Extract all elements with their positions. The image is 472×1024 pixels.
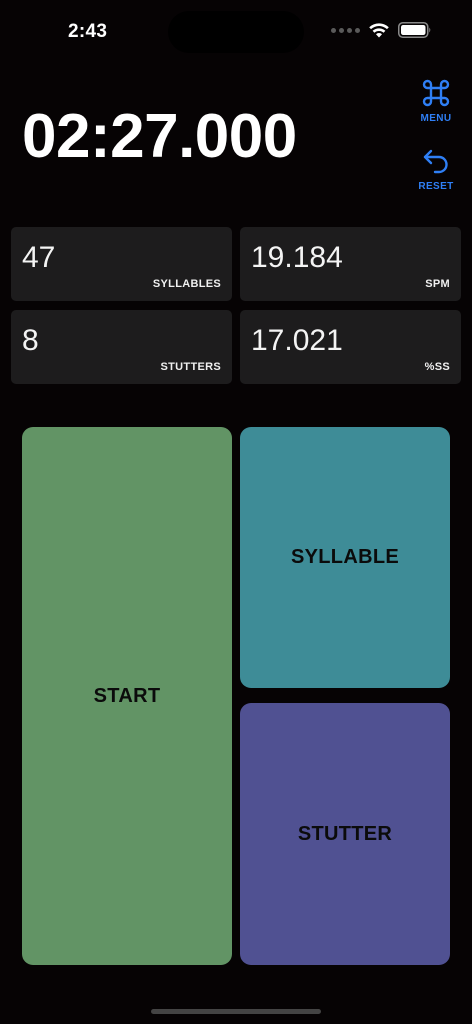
spm-card: 19.184 SPM — [240, 227, 461, 301]
reset-label: RESET — [418, 181, 454, 192]
spm-value: 19.184 — [251, 241, 343, 274]
menu-button[interactable]: MENU — [414, 78, 458, 124]
undo-arrow-icon — [423, 149, 448, 174]
syllables-card: 47 SYLLABLES — [11, 227, 232, 301]
stutters-caption: STUTTERS — [160, 361, 221, 373]
dynamic-island — [168, 11, 304, 53]
elapsed-timer: 02:27.000 — [22, 102, 297, 171]
menu-label: MENU — [420, 113, 452, 124]
percent-ss-value: 17.021 — [251, 324, 343, 357]
command-icon — [422, 79, 450, 107]
status-indicators — [331, 22, 432, 38]
percent-ss-card: 17.021 %SS — [240, 310, 461, 384]
wifi-icon — [369, 23, 389, 38]
home-indicator[interactable] — [151, 1009, 321, 1014]
stutters-value: 8 — [22, 324, 39, 357]
spm-caption: SPM — [425, 278, 450, 290]
status-time: 2:43 — [68, 21, 108, 42]
reset-button[interactable]: RESET — [414, 148, 458, 192]
stutters-card: 8 STUTTERS — [11, 310, 232, 384]
syllables-caption: SYLLABLES — [152, 278, 221, 290]
cellular-signal-icon — [331, 27, 360, 33]
syllable-button[interactable]: SYLLABLE — [240, 427, 450, 688]
start-button[interactable]: START — [22, 427, 232, 965]
battery-icon — [398, 22, 431, 38]
percent-ss-caption: %SS — [424, 361, 450, 373]
syllables-value: 47 — [22, 241, 56, 274]
stutter-button[interactable]: STUTTER — [240, 703, 450, 965]
